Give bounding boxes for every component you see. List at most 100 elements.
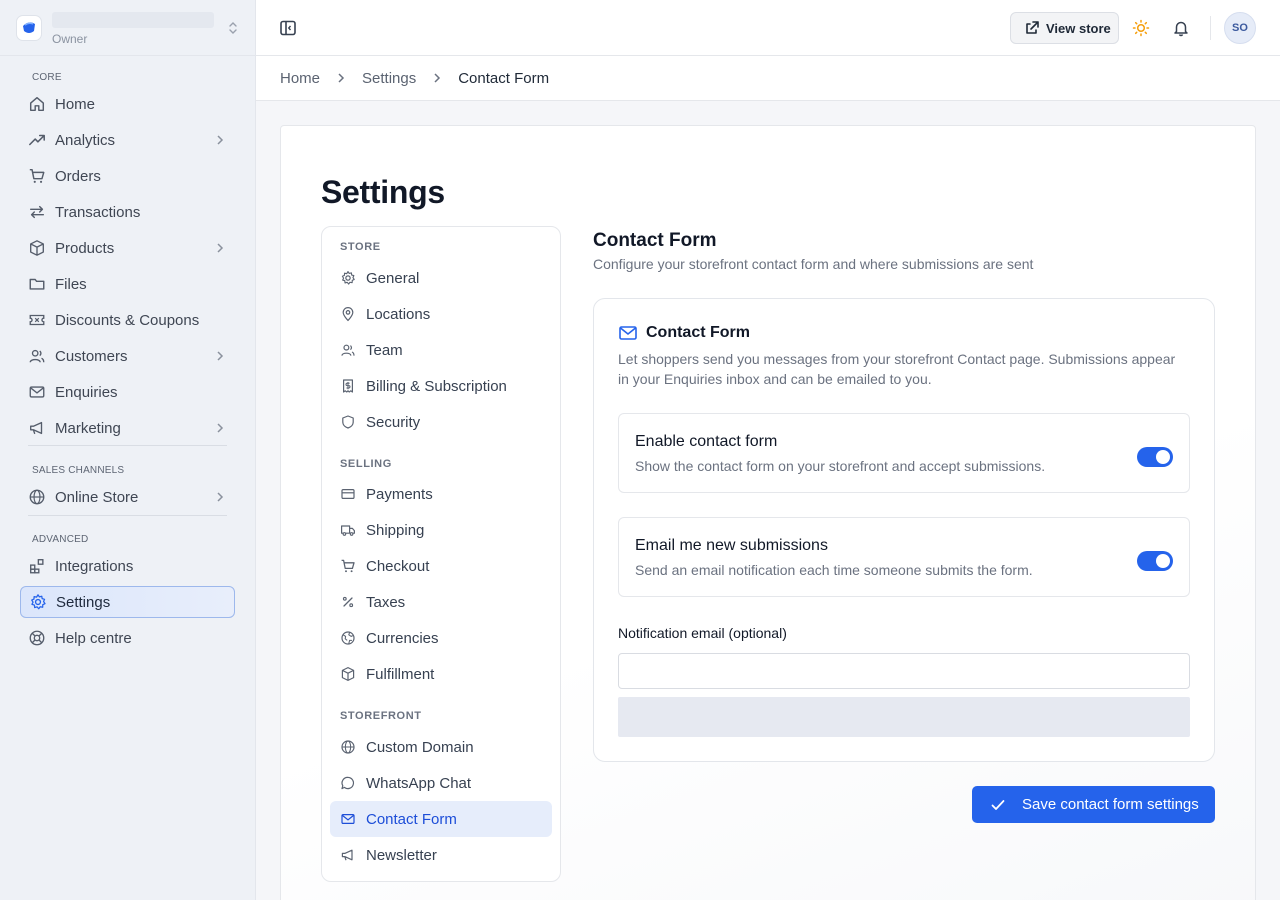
settings-nav-label: Payments [366,485,433,503]
globe-icon [341,740,355,754]
settings-nav-section-store: STORE [340,241,381,253]
sidebar-item-discounts-and-coupons[interactable]: Discounts & Coupons [20,304,235,336]
analytics-icon [29,134,45,146]
sidebar-item-orders[interactable]: Orders [20,160,235,192]
bell-icon[interactable] [1172,19,1190,37]
mail-icon [619,326,637,340]
nav-divider [28,515,227,516]
sidebar-item-settings[interactable]: Settings [20,586,235,618]
settings-nav-general[interactable]: General [330,260,552,296]
box-icon [341,667,355,681]
nav-divider [28,445,227,446]
view-store-button[interactable]: View store [1010,12,1119,44]
settings-nav-fulfillment[interactable]: Fulfillment [330,656,552,692]
chevron-right-icon [217,492,224,502]
chevron-right-icon [434,73,441,83]
sidebar-item-label: Orders [55,167,101,185]
settings-nav-label: Shipping [366,521,425,539]
nav-section-advanced: ADVANCED [32,534,89,545]
enable-contact-form-toggle[interactable] [1137,447,1173,467]
chevron-right-icon [217,243,224,253]
settings-nav-shipping[interactable]: Shipping [330,512,552,548]
chat-icon [341,776,354,790]
settings-nav-label: Currencies [366,629,439,647]
sidebar-item-integrations[interactable]: Integrations [20,550,235,582]
breadcrumb-home[interactable]: Home [280,70,320,87]
home-icon [29,96,45,112]
truck-icon [341,525,355,536]
settings-nav-contact-form[interactable]: Contact Form [330,801,552,837]
toggle-title: Enable contact form [635,433,778,450]
section-subtitle: Configure your storefront contact form a… [593,256,1034,272]
sidebar-item-home[interactable]: Home [20,88,235,120]
settings-nav-team[interactable]: Team [330,332,552,368]
sidebar: Owner CORE Home Analytics Orders Transactio… [0,0,256,900]
settings-nav-section-storefront: STOREFRONT [340,710,422,722]
sidebar-item-label: Home [55,95,96,113]
map-pin-icon [342,307,354,322]
sidebar-toggle-icon[interactable] [279,19,297,37]
cart-icon [341,559,355,573]
chevron-right-icon [217,135,224,145]
email-submissions-row: Email me new submissions Send an email n… [618,517,1190,597]
sidebar-item-analytics[interactable]: Analytics [20,124,235,156]
settings-nav: STORE SELLING STOREFRONT General Location… [321,226,561,882]
user-avatar[interactable]: SO [1224,12,1256,44]
blocks-icon [30,559,44,574]
sidebar-item-files[interactable]: Files [20,268,235,300]
settings-nav-section-selling: SELLING [340,458,392,470]
store-role: Owner [52,31,88,46]
toggle-knob [1156,450,1170,464]
sidebar-item-marketing[interactable]: Marketing [20,412,235,444]
settings-nav-security[interactable]: Security [330,404,552,440]
sidebar-item-label: Help centre [55,629,132,647]
store-switcher[interactable]: Owner [0,0,255,56]
save-contact-form-button[interactable]: Save contact form settings [972,786,1215,823]
settings-nav-label: General [366,269,420,287]
folder-icon [29,278,45,290]
settings-nav-label: Team [366,341,403,359]
sidebar-item-help-centre[interactable]: Help centre [20,622,235,654]
enable-contact-form-row: Enable contact form Show the contact for… [618,413,1190,493]
percent-icon [342,596,354,608]
shield-icon [342,415,354,429]
email-submissions-toggle[interactable] [1137,551,1173,571]
settings-nav-label: Billing & Subscription [366,377,507,395]
settings-nav-whatsapp-chat[interactable]: WhatsApp Chat [330,765,552,801]
view-store-label: View store [1046,20,1111,36]
sidebar-item-label: Enquiries [55,383,118,401]
settings-nav-taxes[interactable]: Taxes [330,584,552,620]
sidebar-item-label: Products [55,239,115,257]
settings-nav-label: WhatsApp Chat [366,774,472,792]
settings-nav-payments[interactable]: Payments [330,476,552,512]
settings-nav-locations[interactable]: Locations [330,296,552,332]
nav-section-core: CORE [32,72,62,83]
sidebar-item-transactions[interactable]: Transactions [20,196,235,228]
mail-icon [29,386,45,398]
chevron-right-icon [217,423,224,433]
card-description: Let shoppers send you messages from your… [618,351,1176,387]
settings-nav-newsletter[interactable]: Newsletter [330,837,552,873]
breadcrumb-settings[interactable]: Settings [362,70,416,87]
sidebar-item-label: Transactions [55,203,141,221]
credit-card-icon [341,489,355,499]
ticket-icon [29,314,45,326]
chevron-right-icon [338,73,345,83]
box-icon [30,240,44,256]
sidebar-item-label: Analytics [55,131,116,149]
external-link-icon [1026,21,1039,34]
settings-nav-custom-domain[interactable]: Custom Domain [330,729,552,765]
settings-nav-billing-and-subscription[interactable]: Billing & Subscription [330,368,552,404]
sidebar-item-enquiries[interactable]: Enquiries [20,376,235,408]
receipt-icon [343,379,353,393]
sun-theme-toggle-icon[interactable] [1132,19,1150,37]
sidebar-item-products[interactable]: Products [20,232,235,264]
settings-nav-checkout[interactable]: Checkout [330,548,552,584]
sidebar-item-online-store[interactable]: Online Store [20,481,235,513]
sidebar-item-label: Discounts & Coupons [55,311,200,329]
sidebar-item-customers[interactable]: Customers [20,340,235,372]
transfer-icon [29,205,45,219]
notification-email-field[interactable] [618,653,1190,689]
page-title: Settings [321,174,445,210]
settings-nav-currencies[interactable]: Currencies [330,620,552,656]
